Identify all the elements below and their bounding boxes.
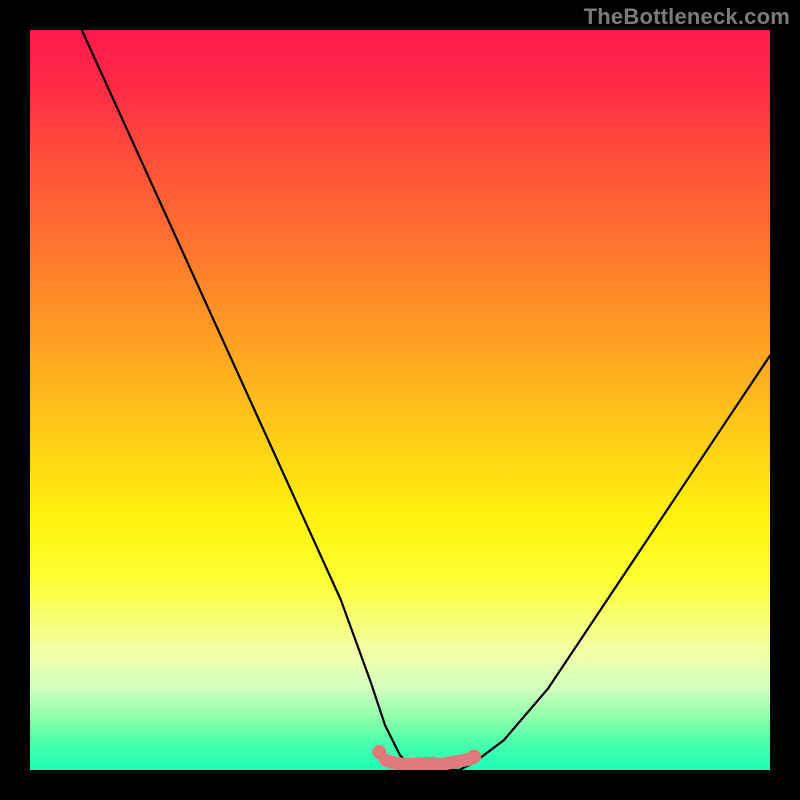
- chart-frame: TheBottleneck.com: [0, 0, 800, 800]
- curve-svg: [30, 30, 770, 770]
- optimal-band-marker: [385, 756, 475, 766]
- bottleneck-curve: [82, 30, 770, 770]
- optimal-band-start-dot: [372, 745, 386, 759]
- watermark-text: TheBottleneck.com: [584, 4, 790, 30]
- plot-area: [30, 30, 770, 770]
